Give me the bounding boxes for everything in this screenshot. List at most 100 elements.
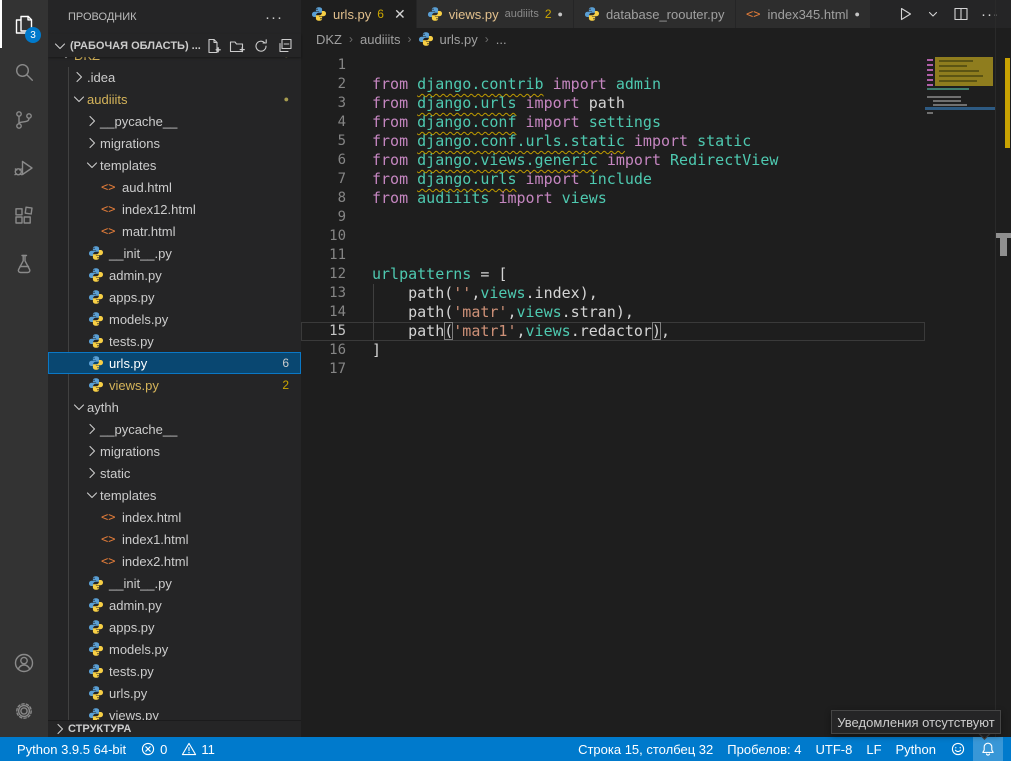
tab-database_roouter.py[interactable]: database_roouter.py: [574, 0, 736, 28]
activity-item-search[interactable]: [0, 48, 48, 96]
python-file-icon: [584, 6, 600, 22]
modified-dot-icon: ●: [284, 57, 289, 60]
activity-item-explorer[interactable]: 3: [0, 0, 48, 48]
breadcrumb-item-DKZ[interactable]: DKZ: [316, 32, 342, 47]
minimap[interactable]: [925, 0, 995, 737]
notifications-tooltip: Уведомления отсутствуют: [831, 710, 1001, 734]
code-line-5: 5from django.conf.urls.static import sta…: [301, 132, 925, 151]
tree-item-label: __pycache__: [100, 114, 177, 129]
activity-item-source-control[interactable]: [0, 96, 48, 144]
line-text: from audiiits import views: [372, 189, 607, 208]
tree-item-templates[interactable]: templates: [48, 484, 301, 506]
sidebar-title-row: ПРОВОДНИК ···: [48, 0, 301, 34]
tree-item-tests.py[interactable]: tests.py: [48, 330, 301, 352]
line-number: 6: [301, 151, 346, 170]
activity-item-settings[interactable]: [0, 687, 48, 735]
tree-item-matr.html[interactable]: <>matr.html: [48, 220, 301, 242]
status-indentation[interactable]: Пробелов: 4: [720, 737, 808, 761]
refresh-icon[interactable]: [253, 38, 269, 54]
activity-item-extensions[interactable]: [0, 192, 48, 240]
code-editor[interactable]: 12from django.contrib import admin3from …: [301, 50, 1011, 737]
line-number: 3: [301, 94, 346, 113]
activity-badge: 3: [25, 27, 41, 43]
tree-item-admin.py[interactable]: admin.py: [48, 264, 301, 286]
status-errors[interactable]: 0: [133, 737, 174, 761]
tree-item-views.py[interactable]: views.py2: [48, 374, 301, 396]
breadcrumb-label: DKZ: [316, 32, 342, 47]
status-feedback[interactable]: [943, 737, 973, 761]
tab-urls.py[interactable]: urls.py6✕: [301, 0, 417, 28]
code-line-15: 15 path('matr1',views.redactor),: [301, 322, 925, 341]
tree-item-__init__.py[interactable]: __init__.py: [48, 242, 301, 264]
tree-item-audiiits[interactable]: audiiits●: [48, 88, 301, 110]
line-number: 15: [301, 322, 346, 341]
breadcrumb-separator: ›: [485, 32, 489, 46]
line-number: 9: [301, 208, 346, 227]
tree-item-views.py[interactable]: views.py: [48, 704, 301, 720]
code-line-6: 6from django.views.generic import Redire…: [301, 151, 925, 170]
breadcrumb-item-urls.py[interactable]: urls.py: [418, 31, 477, 47]
activity-item-account[interactable]: [0, 639, 48, 687]
tab-close-icon[interactable]: ✕: [394, 6, 406, 23]
settings-icon: [12, 699, 36, 723]
tree-item-migrations[interactable]: migrations: [48, 132, 301, 154]
status-notifications[interactable]: [973, 737, 1003, 761]
breadcrumb-item-audiiits[interactable]: audiiits: [360, 32, 400, 47]
tree-item-models.py[interactable]: models.py: [48, 638, 301, 660]
status-warnings[interactable]: 11: [174, 737, 222, 761]
tree-item-aythh[interactable]: aythh: [48, 396, 301, 418]
activity-item-run-debug[interactable]: [0, 144, 48, 192]
sidebar-more-actions-button[interactable]: ···: [265, 9, 283, 26]
python-file-icon: [88, 377, 104, 393]
tree-item-models.py[interactable]: models.py: [48, 308, 301, 330]
line-text: urlpatterns = [: [372, 265, 507, 284]
tree-item-urls.py[interactable]: urls.py6: [48, 352, 301, 374]
chevron-right-icon: [84, 443, 100, 459]
run-icon[interactable]: [897, 6, 913, 22]
new-file-icon[interactable]: [205, 38, 221, 54]
tree-item-__pycache__[interactable]: __pycache__: [48, 418, 301, 440]
activity-bar: 3: [0, 0, 48, 737]
tree-item-.idea[interactable]: .idea: [48, 66, 301, 88]
tree-item-aud.html[interactable]: <>aud.html: [48, 176, 301, 198]
tree-item-label: migrations: [100, 136, 160, 151]
minimap-keyword-mark: [927, 84, 933, 86]
status-eol[interactable]: LF: [859, 737, 888, 761]
tab-views.py[interactable]: views.pyaudiiits2●: [417, 0, 574, 28]
python-file-icon: [88, 355, 104, 371]
tree-item-index1.html[interactable]: <>index1.html: [48, 528, 301, 550]
tree-item-admin.py[interactable]: admin.py: [48, 594, 301, 616]
tree-item-index12.html[interactable]: <>index12.html: [48, 198, 301, 220]
breadcrumb-item-...[interactable]: ...: [496, 32, 507, 47]
tree-item-apps.py[interactable]: apps.py: [48, 616, 301, 638]
status-python-interpreter[interactable]: Python 3.9.5 64-bit: [10, 737, 133, 761]
tree-item-index2.html[interactable]: <>index2.html: [48, 550, 301, 572]
feedback-icon: [950, 741, 966, 757]
editor-scrollbar[interactable]: [995, 0, 1011, 737]
account-icon: [12, 651, 36, 675]
tree-item-static[interactable]: static: [48, 462, 301, 484]
chevron-down-icon: [84, 157, 100, 173]
chevron-right-icon: [84, 465, 100, 481]
tree-item-apps.py[interactable]: apps.py: [48, 286, 301, 308]
svg-text:<>: <>: [101, 510, 115, 524]
svg-text:<>: <>: [101, 202, 115, 216]
outline-section-header[interactable]: СТРУКТУРА: [48, 720, 301, 737]
new-folder-icon[interactable]: [229, 38, 245, 54]
status-encoding[interactable]: UTF-8: [809, 737, 860, 761]
tab-index345.html[interactable]: <>index345.html●: [736, 0, 871, 28]
tree-item-migrations[interactable]: migrations: [48, 440, 301, 462]
tree-item-DKZ[interactable]: DKZ●: [48, 57, 301, 66]
python-file-icon: [88, 245, 104, 261]
status-language-mode[interactable]: Python: [889, 737, 943, 761]
tree-item-tests.py[interactable]: tests.py: [48, 660, 301, 682]
workspace-section-header[interactable]: (РАБОЧАЯ ОБЛАСТЬ) ...: [48, 34, 301, 57]
tree-item-templates[interactable]: templates: [48, 154, 301, 176]
tree-item-index.html[interactable]: <>index.html: [48, 506, 301, 528]
collapse-all-icon[interactable]: [277, 38, 293, 54]
tree-item-__pycache__[interactable]: __pycache__: [48, 110, 301, 132]
activity-item-testing[interactable]: [0, 240, 48, 288]
status-cursor-position[interactable]: Строка 15, столбец 32: [571, 737, 720, 761]
tree-item-__init__.py[interactable]: __init__.py: [48, 572, 301, 594]
tree-item-urls.py[interactable]: urls.py: [48, 682, 301, 704]
